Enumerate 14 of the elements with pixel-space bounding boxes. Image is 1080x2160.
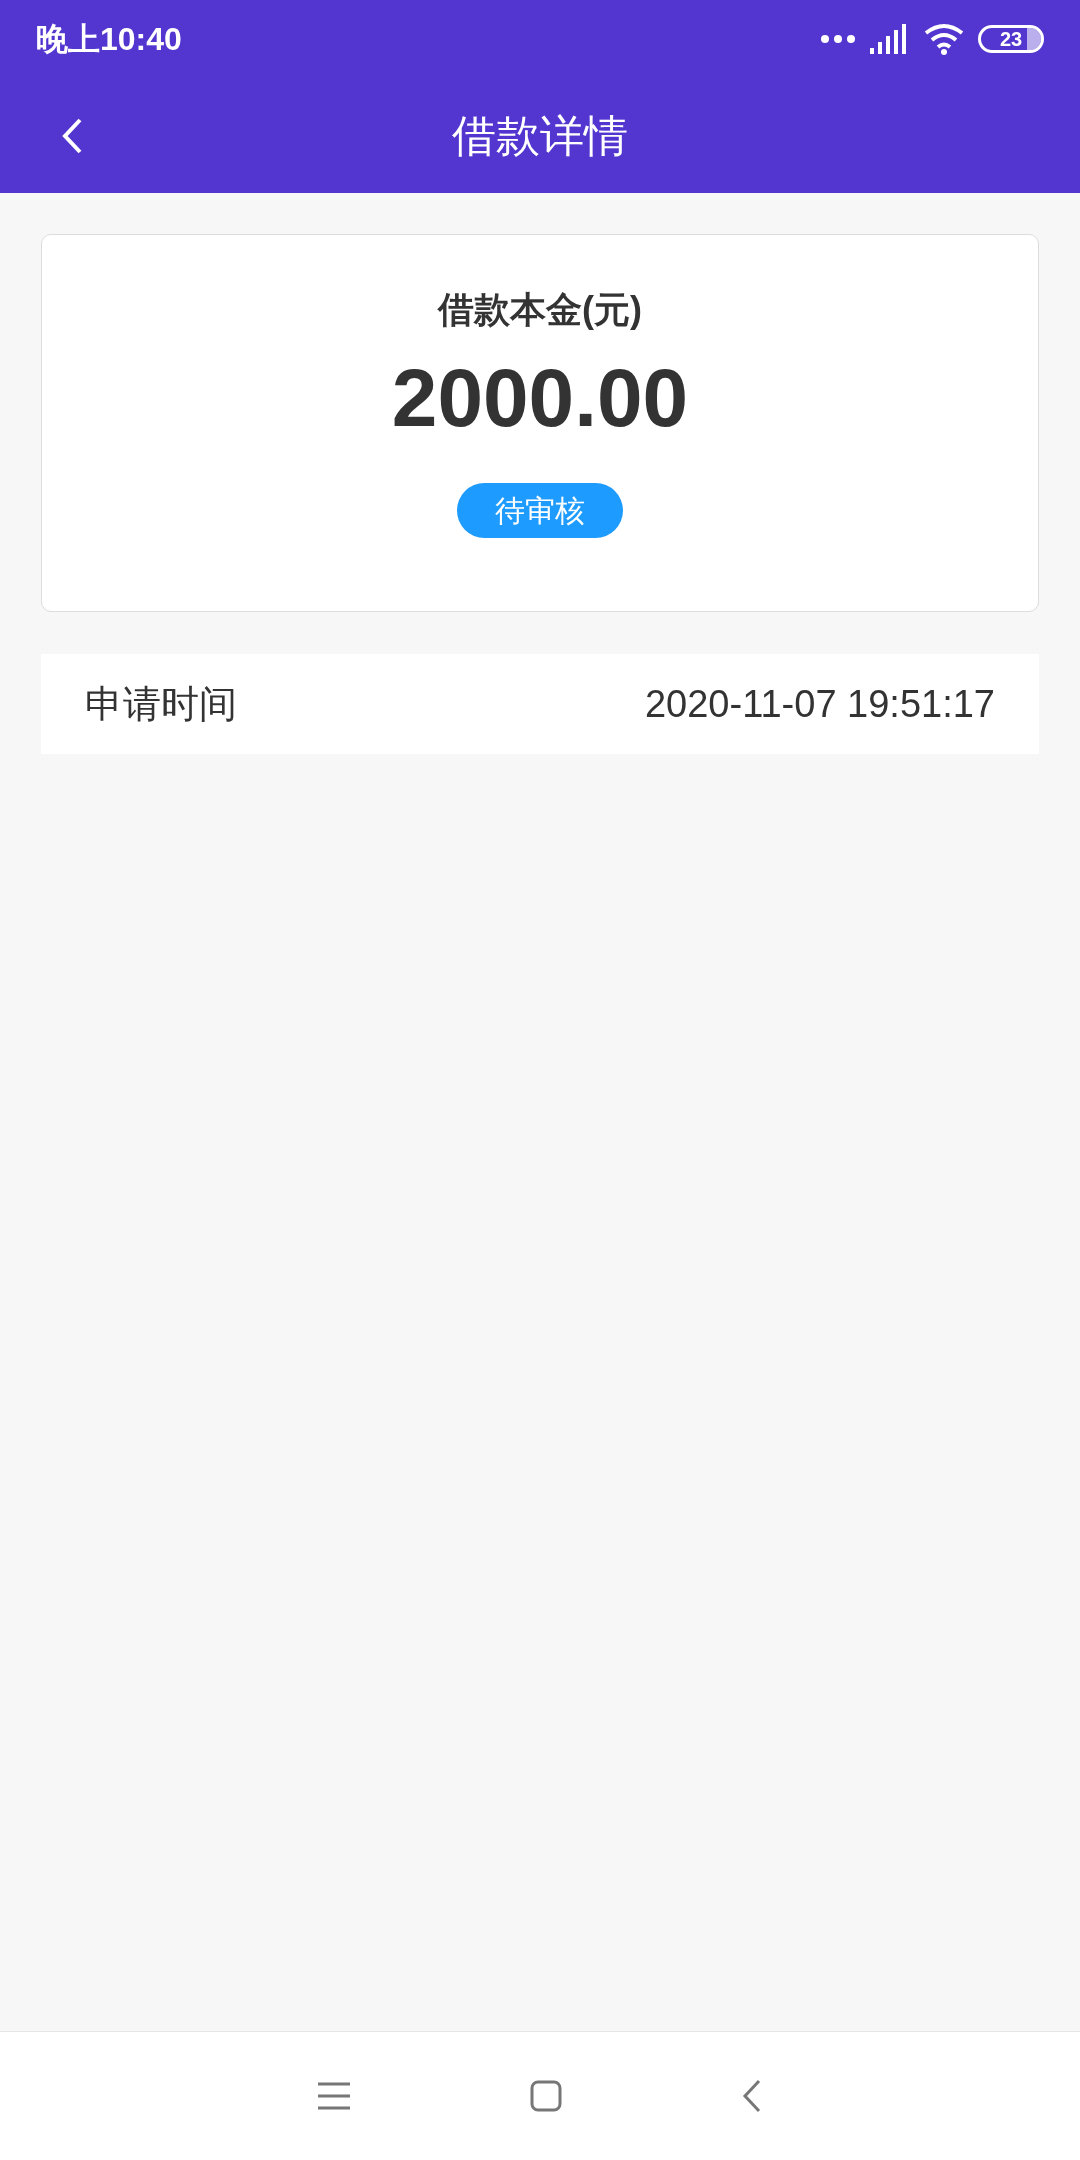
back-icon[interactable] xyxy=(742,2079,762,2113)
wifi-icon xyxy=(924,23,964,55)
menu-icon[interactable] xyxy=(318,2082,350,2110)
status-badge: 待审核 xyxy=(457,483,623,538)
dots-icon xyxy=(820,34,856,44)
home-icon[interactable] xyxy=(530,2080,562,2112)
page-title: 借款详情 xyxy=(452,109,628,162)
principal-label: 借款本金(元) xyxy=(438,288,642,332)
status-time: 晚上10:40 xyxy=(36,20,182,59)
detail-label: 申请时间 xyxy=(85,681,237,727)
back-icon[interactable] xyxy=(60,116,84,155)
detail-value: 2020-11-07 19:51:17 xyxy=(644,681,995,727)
principal-amount: 2000.00 xyxy=(391,357,689,439)
battery-icon: 23 xyxy=(978,25,1044,53)
